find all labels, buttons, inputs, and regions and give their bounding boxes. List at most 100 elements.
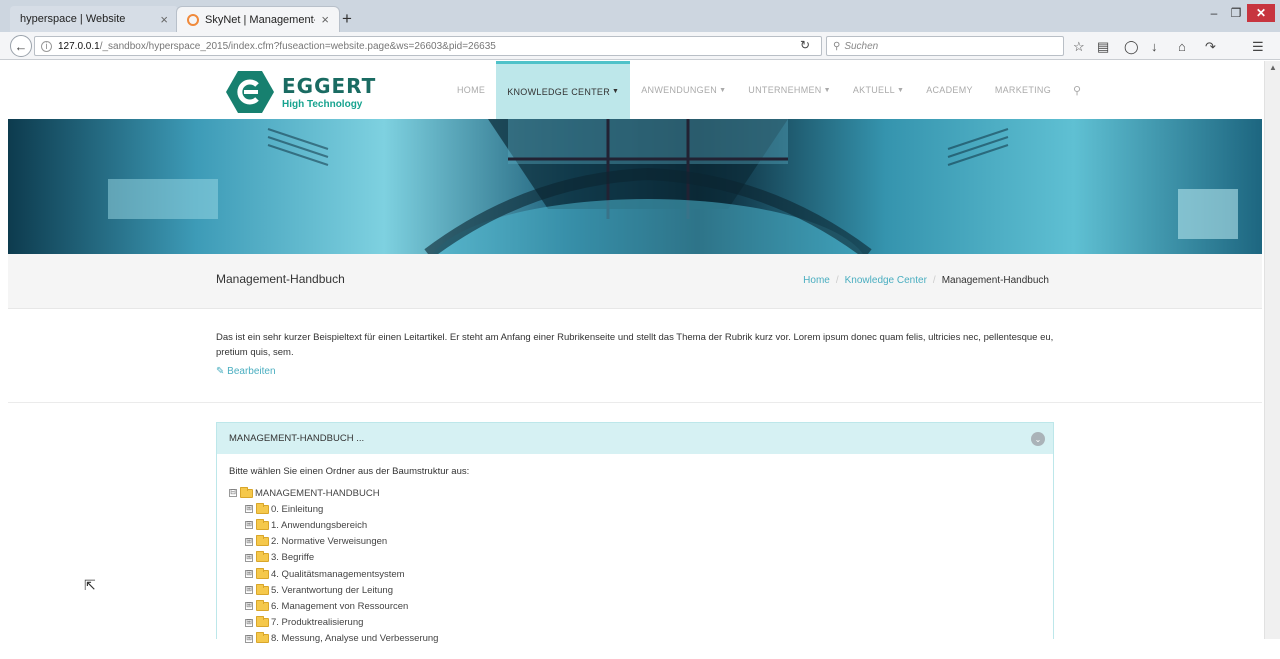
caret-down-icon: ▼ xyxy=(823,86,831,94)
edit-label: Bearbeiten xyxy=(227,366,276,377)
page-title: Management-Handbuch xyxy=(216,272,345,286)
collapse-toggle-icon[interactable]: ⌄ xyxy=(1031,432,1045,446)
tree-label: 1. Anwendungsbereich xyxy=(271,519,368,531)
management-handbook-panel: MANAGEMENT-HANDBUCH ... ⌄ Bitte wählen S… xyxy=(216,422,1054,644)
url-bar[interactable]: i 127.0.0.1/_sandbox/hyperspace_2015/ind… xyxy=(34,36,822,56)
favicon-icon xyxy=(187,13,199,26)
expand-icon[interactable]: ⊞ xyxy=(245,618,253,627)
folder-icon xyxy=(256,583,269,595)
maximize-button[interactable]: ❐ xyxy=(1225,4,1247,22)
tab-title: hyperspace | Website xyxy=(20,13,126,25)
panel-title: MANAGEMENT-HANDBUCH ... xyxy=(229,433,365,444)
breadcrumb-home[interactable]: Home xyxy=(803,275,830,286)
eggert-logo-icon xyxy=(226,71,274,113)
folder-icon xyxy=(256,567,269,579)
tab-title: SkyNet | Management-Ha... xyxy=(205,13,315,26)
url-path: /_sandbox/hyperspace_2015/index.cfm?fuse… xyxy=(99,40,496,52)
menu-item-knowledge-center[interactable]: KNOWLEDGE CENTER ▼ xyxy=(496,61,631,119)
logo[interactable]: EGGERT High Technology xyxy=(226,71,376,113)
tree-instruction: Bitte wählen Sie einen Ordner aus der Ba… xyxy=(229,466,470,477)
menu-item-anwendungen[interactable]: ANWENDUNGEN ▼ xyxy=(630,61,737,119)
tree-item[interactable]: ⊞ 2. Normative Verweisungen xyxy=(229,534,1041,550)
folder-icon xyxy=(256,535,269,547)
folder-icon xyxy=(240,486,253,498)
menu-label: ANWENDUNGEN xyxy=(641,85,718,95)
breadcrumb-separator: / xyxy=(932,275,936,286)
expand-icon[interactable]: ⊞ xyxy=(245,521,253,530)
browser-tab-bar: hyperspace | Website × SkyNet | Manageme… xyxy=(0,0,1280,32)
menu-item-academy[interactable]: ACADEMY xyxy=(915,61,984,119)
scroll-up-icon[interactable]: ▲ xyxy=(1269,63,1277,72)
menu-label: KNOWLEDGE CENTER xyxy=(507,86,611,97)
caret-down-icon: ▼ xyxy=(896,86,905,94)
tree-label: 2. Normative Verweisungen xyxy=(271,536,388,548)
panel-header[interactable]: MANAGEMENT-HANDBUCH ... ⌄ xyxy=(217,423,1053,454)
edit-link[interactable]: ✎ Bearbeiten xyxy=(216,366,276,377)
info-icon[interactable]: i xyxy=(41,40,52,52)
tree-label: 3. Begriffe xyxy=(271,552,315,564)
menu-item-home[interactable]: HOME xyxy=(446,61,496,119)
url-host: 127.0.0.1 xyxy=(58,40,100,52)
intro-text: Das ist ein sehr kurzer Beispieltext für… xyxy=(216,332,1054,358)
tree-item[interactable]: ⊞ 5. Verantwortung der Leitung xyxy=(229,582,1041,598)
close-window-button[interactable]: ✕ xyxy=(1247,4,1275,22)
tree-item[interactable]: ⊞ 3. Begriffe xyxy=(229,550,1041,566)
expand-icon[interactable]: ⊞ xyxy=(245,505,253,514)
edit-icon: ✎ xyxy=(216,366,225,377)
home-icon[interactable]: ⌂ xyxy=(1178,39,1186,54)
search-icon: ⚲ xyxy=(1073,84,1082,97)
expand-icon[interactable]: ⊞ xyxy=(245,553,253,562)
divider xyxy=(8,402,1262,403)
tree-item[interactable]: ⊞ 1. Anwendungsbereich xyxy=(229,517,1041,533)
search-placeholder: Suchen xyxy=(844,40,879,52)
menu-item-aktuell[interactable]: AKTUELL ▼ xyxy=(842,61,915,119)
minimize-button[interactable]: – xyxy=(1203,4,1225,22)
site-header: EGGERT High Technology HOME KNOWLEDGE CE… xyxy=(0,61,1264,119)
tree-root[interactable]: ⊟ MANAGEMENT-HANDBUCH xyxy=(229,485,1041,501)
tree-label: 4. Qualitätsmanagementsystem xyxy=(271,568,405,580)
close-tab-icon[interactable]: × xyxy=(321,12,329,27)
tab-skynet[interactable]: SkyNet | Management-Ha... × xyxy=(176,6,340,32)
back-button[interactable]: ← xyxy=(10,35,32,57)
reload-icon[interactable]: ↻ xyxy=(800,38,810,52)
tree-label: 0. Einleitung xyxy=(271,503,324,515)
mouse-cursor-icon: ⇱ xyxy=(84,577,96,593)
tree-label: 5. Verantwortung der Leitung xyxy=(271,584,394,596)
tree-item[interactable]: ⊞ 6. Management von Ressourcen xyxy=(229,598,1041,614)
breadcrumb-knowledge-center[interactable]: Knowledge Center xyxy=(845,275,927,286)
main-menu: HOME KNOWLEDGE CENTER ▼ ANWENDUNGEN ▼ UNTE… xyxy=(446,61,1092,119)
arrow-left-icon: ← xyxy=(14,38,28,54)
expand-icon[interactable]: ⊞ xyxy=(245,586,253,595)
expand-icon[interactable]: ⊞ xyxy=(245,570,253,579)
share-icon[interactable]: ↷ xyxy=(1205,39,1216,55)
pocket-icon[interactable]: ◯ xyxy=(1124,39,1139,55)
clipboard-icon[interactable]: ▤ xyxy=(1097,39,1109,55)
expand-icon[interactable]: ⊞ xyxy=(245,602,253,611)
caret-down-icon: ▼ xyxy=(719,86,727,94)
menu-item-unternehmen[interactable]: UNTERNEHMEN ▼ xyxy=(737,61,842,119)
search-icon: ⚲ xyxy=(833,40,841,52)
expand-icon[interactable]: ⊞ xyxy=(245,537,253,546)
menu-icon[interactable]: ☰ xyxy=(1252,39,1264,55)
page-scrollbar[interactable]: ▲ xyxy=(1264,61,1280,639)
tree-item[interactable]: ⊞ 7. Produktrealisierung xyxy=(229,615,1041,631)
breadcrumb-separator: / xyxy=(835,275,839,286)
expand-icon[interactable]: ⊟ xyxy=(229,489,237,498)
new-tab-button[interactable]: + xyxy=(342,9,352,29)
folder-icon xyxy=(256,518,269,530)
star-icon[interactable]: ☆ xyxy=(1073,39,1085,55)
hero-tunnel-illustration xyxy=(108,119,1238,254)
search-button[interactable]: ⚲ xyxy=(1062,61,1092,119)
close-tab-icon[interactable]: × xyxy=(160,12,168,27)
search-input[interactable]: ⚲ Suchen xyxy=(826,36,1064,56)
breadcrumb: Home / Knowledge Center / Management-Han… xyxy=(803,275,1049,286)
menu-item-marketing[interactable]: MARKETING xyxy=(984,61,1062,119)
menu-label: ACADEMY xyxy=(926,85,973,95)
tree-item[interactable]: ⊞ 0. Einleitung xyxy=(229,501,1041,517)
download-icon[interactable]: ↓ xyxy=(1151,39,1158,54)
tree-item[interactable]: ⊞ 4. Qualitätsmanagementsystem xyxy=(229,566,1041,582)
menu-label: HOME xyxy=(457,85,486,95)
page-title-bar: Management-Handbuch Home / Knowledge Cen… xyxy=(8,254,1262,309)
menu-label: MARKETING xyxy=(994,85,1052,95)
tab-hyperspace[interactable]: hyperspace | Website × xyxy=(10,6,178,32)
